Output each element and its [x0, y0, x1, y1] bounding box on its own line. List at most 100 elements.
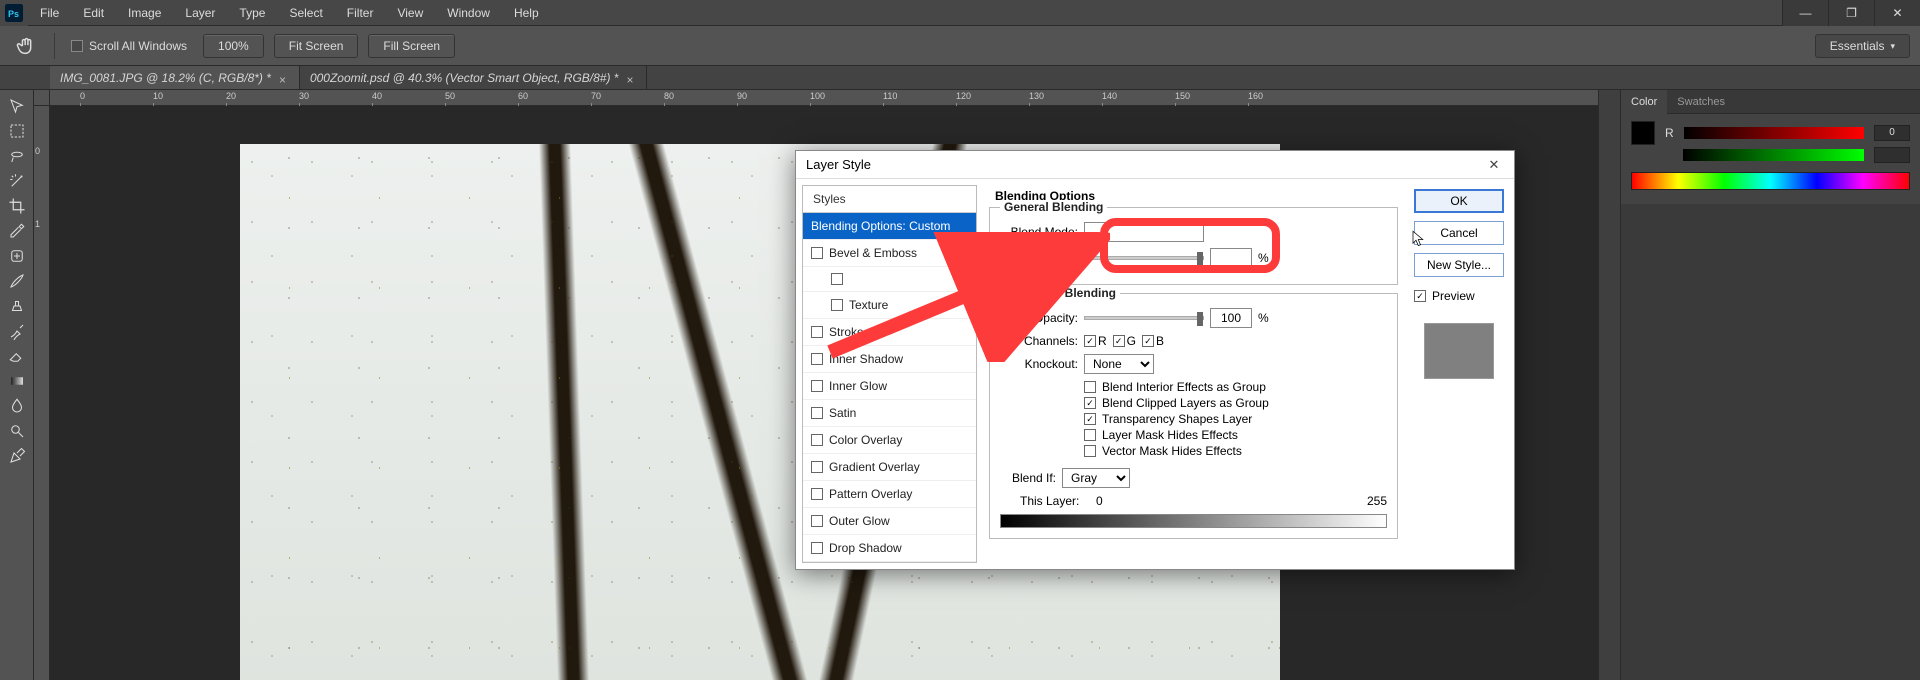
style-row[interactable] [803, 267, 976, 292]
foreground-color-swatch[interactable] [1631, 121, 1655, 145]
adv-option[interactable]: Vector Mask Hides Effects [1084, 444, 1387, 458]
this-layer-gradient-slider[interactable] [1000, 514, 1387, 528]
collapsed-panel-dock[interactable] [1598, 90, 1620, 680]
gradient-tool-icon[interactable] [3, 369, 31, 393]
checkbox-icon[interactable] [1084, 381, 1096, 393]
close-icon[interactable]: ✕ [1484, 155, 1504, 175]
r-value-input[interactable]: 0 [1874, 125, 1910, 141]
clone-stamp-tool-icon[interactable] [3, 294, 31, 318]
document-tab-2[interactable]: 000Zoomit.psd @ 40.3% (Vector Smart Obje… [300, 66, 648, 89]
checkbox-icon[interactable] [831, 299, 843, 311]
checkbox-icon[interactable] [811, 434, 823, 446]
adv-option[interactable]: Layer Mask Hides Effects [1084, 428, 1387, 442]
brush-tool-icon[interactable] [3, 269, 31, 293]
tab-swatches[interactable]: Swatches [1667, 90, 1735, 114]
checkbox-icon[interactable] [1084, 445, 1096, 457]
menu-filter[interactable]: Filter [335, 0, 386, 26]
color-ramp[interactable] [1631, 172, 1910, 190]
fit-screen-button[interactable]: Fit Screen [274, 34, 359, 58]
ok-button[interactable]: OK [1414, 189, 1504, 213]
dialog-titlebar[interactable]: Layer Style ✕ [796, 151, 1514, 179]
style-row[interactable]: Inner Shadow [803, 346, 976, 373]
blend-if-select[interactable]: Gray [1062, 468, 1130, 488]
style-row[interactable]: Texture [803, 292, 976, 319]
style-row[interactable]: Blending Options: Custom [803, 213, 976, 240]
checkbox-icon[interactable] [811, 353, 823, 365]
channel-r-check[interactable]: R [1084, 334, 1107, 348]
checkbox-icon[interactable] [811, 488, 823, 500]
horizontal-ruler[interactable]: 0102030405060708090100110120130140150160 [50, 90, 1598, 106]
checkbox-icon[interactable] [831, 273, 843, 285]
adv-option[interactable]: Transparency Shapes Layer [1084, 412, 1387, 426]
history-brush-tool-icon[interactable] [3, 319, 31, 343]
workspace-switcher[interactable]: Essentials▾ [1815, 34, 1910, 58]
menu-layer[interactable]: Layer [173, 0, 227, 26]
style-row[interactable]: Inner Glow [803, 373, 976, 400]
g-value-input[interactable] [1874, 147, 1910, 163]
minimize-button[interactable]: — [1782, 0, 1828, 26]
r-slider[interactable] [1684, 127, 1864, 139]
ruler-origin[interactable] [34, 90, 50, 106]
blend-mode-select[interactable]: Hard Light [1084, 222, 1204, 242]
zoom-100-button[interactable]: 100% [203, 34, 264, 58]
marquee-tool-icon[interactable] [3, 119, 31, 143]
new-style-button[interactable]: New Style... [1414, 253, 1504, 277]
channel-b-check[interactable]: B [1142, 334, 1164, 348]
restore-button[interactable]: ❐ [1828, 0, 1874, 26]
fill-opacity-slider[interactable] [1084, 316, 1204, 320]
menu-view[interactable]: View [385, 0, 435, 26]
style-row[interactable]: Drop Shadow [803, 535, 976, 562]
opacity-input[interactable] [1210, 248, 1252, 268]
style-row[interactable]: Stroke [803, 319, 976, 346]
checkbox-icon[interactable] [811, 542, 823, 554]
channel-g-check[interactable]: G [1113, 334, 1136, 348]
preview-checkbox[interactable]: Preview [1414, 289, 1504, 303]
pen-tool-icon[interactable] [3, 444, 31, 468]
adv-option[interactable]: Blend Clipped Layers as Group [1084, 396, 1387, 410]
checkbox-icon[interactable] [811, 515, 823, 527]
checkbox-icon[interactable] [1084, 397, 1096, 409]
opacity-slider[interactable] [1084, 256, 1204, 260]
fill-opacity-input[interactable] [1210, 308, 1252, 328]
g-slider[interactable] [1683, 149, 1864, 161]
style-row[interactable]: Outer Glow [803, 508, 976, 535]
magic-wand-tool-icon[interactable] [3, 169, 31, 193]
scroll-all-windows-checkbox[interactable]: Scroll All Windows [65, 39, 193, 53]
checkbox-icon[interactable] [811, 247, 823, 259]
style-row[interactable]: Color Overlay [803, 427, 976, 454]
menu-help[interactable]: Help [502, 0, 551, 26]
dodge-tool-icon[interactable] [3, 419, 31, 443]
menu-type[interactable]: Type [227, 0, 277, 26]
blur-tool-icon[interactable] [3, 394, 31, 418]
checkbox-icon[interactable] [1084, 413, 1096, 425]
adv-option[interactable]: Blend Interior Effects as Group [1084, 380, 1387, 394]
menu-edit[interactable]: Edit [71, 0, 116, 26]
style-row[interactable]: Satin [803, 400, 976, 427]
style-row[interactable]: Pattern Overlay [803, 481, 976, 508]
document-tab-1[interactable]: IMG_0081.JPG @ 18.2% (C, RGB/8*) * × [50, 66, 300, 89]
close-icon[interactable]: × [626, 73, 636, 83]
tab-color[interactable]: Color [1621, 90, 1667, 114]
knockout-select[interactable]: None [1084, 354, 1154, 374]
style-row[interactable]: Bevel & Emboss [803, 240, 976, 267]
eyedropper-tool-icon[interactable] [3, 219, 31, 243]
move-tool-icon[interactable] [3, 94, 31, 118]
close-app-button[interactable]: ✕ [1874, 0, 1920, 26]
crop-tool-icon[interactable] [3, 194, 31, 218]
checkbox-icon[interactable] [811, 461, 823, 473]
checkbox-icon[interactable] [1084, 429, 1096, 441]
checkbox-icon[interactable] [811, 326, 823, 338]
close-icon[interactable]: × [279, 73, 289, 83]
menu-window[interactable]: Window [435, 0, 502, 26]
lasso-tool-icon[interactable] [3, 144, 31, 168]
menu-file[interactable]: File [28, 0, 71, 26]
eraser-tool-icon[interactable] [3, 344, 31, 368]
checkbox-icon[interactable] [811, 407, 823, 419]
menu-image[interactable]: Image [116, 0, 173, 26]
style-row[interactable]: Gradient Overlay [803, 454, 976, 481]
checkbox-icon[interactable] [811, 380, 823, 392]
menu-select[interactable]: Select [277, 0, 334, 26]
vertical-ruler[interactable]: 01 [34, 106, 50, 680]
fill-screen-button[interactable]: Fill Screen [368, 34, 455, 58]
healing-brush-tool-icon[interactable] [3, 244, 31, 268]
